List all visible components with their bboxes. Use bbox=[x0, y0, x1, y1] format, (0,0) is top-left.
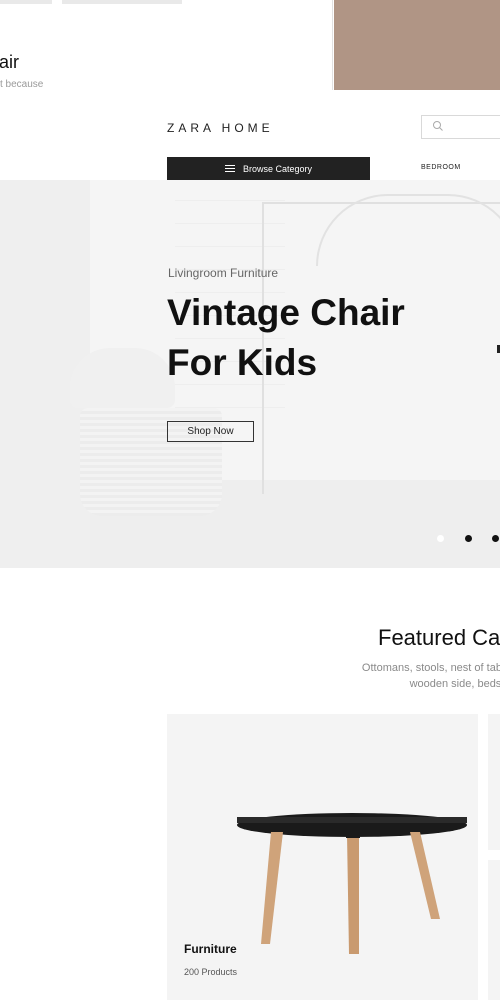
hero-headline-line2: For Kids bbox=[167, 342, 318, 383]
search-input[interactable] bbox=[421, 115, 500, 139]
preview-title: air bbox=[0, 52, 20, 72]
hero-headline-line1: Vintage Chair bbox=[167, 292, 405, 333]
category-card-furniture[interactable]: Furniture 200 Products bbox=[167, 714, 478, 1000]
preview-thumbnail bbox=[62, 0, 182, 4]
featured-description-line2: wooden side, bedside bbox=[409, 678, 500, 690]
featured-title: Featured Ca bbox=[378, 625, 500, 650]
color-swatch-image bbox=[334, 0, 500, 90]
card-title: Furniture bbox=[184, 942, 237, 956]
menu-icon bbox=[224, 164, 235, 173]
hero-basket-cushion bbox=[70, 348, 175, 408]
preview-thumbnail bbox=[0, 0, 52, 4]
brand-logo[interactable]: ZARA HOME bbox=[167, 121, 274, 135]
search-icon bbox=[433, 121, 443, 131]
table-image bbox=[237, 813, 467, 954]
site-header: ZARA HOME Browse Category BEDROOM bbox=[0, 90, 500, 180]
slide-dot-2[interactable] bbox=[465, 535, 472, 542]
divider bbox=[332, 0, 333, 90]
shop-now-button[interactable]: Shop Now bbox=[167, 421, 254, 442]
nav-item-bedroom[interactable]: BEDROOM bbox=[421, 164, 461, 171]
slide-dot-3[interactable] bbox=[492, 535, 499, 542]
slide-dot-1[interactable] bbox=[437, 535, 444, 542]
browse-category-button[interactable]: Browse Category bbox=[167, 157, 370, 180]
category-card-peek[interactable] bbox=[488, 860, 500, 1000]
hero-headline: Vintage Chair For Kids bbox=[167, 288, 405, 388]
top-preview-strip: air t because bbox=[0, 0, 500, 90]
hero-banner: Livingroom Furniture Vintage Chair For K… bbox=[0, 180, 500, 568]
featured-description: Ottomans, stools, nest of tables wooden … bbox=[336, 660, 500, 692]
category-card-peek[interactable] bbox=[488, 714, 500, 850]
browse-category-label: Browse Category bbox=[242, 163, 313, 174]
featured-description-line1: Ottomans, stools, nest of tables bbox=[361, 662, 500, 674]
card-product-count: 200 Products bbox=[184, 967, 238, 977]
hero-kicker: Livingroom Furniture bbox=[168, 266, 279, 280]
preview-snippet: t because bbox=[0, 79, 44, 90]
